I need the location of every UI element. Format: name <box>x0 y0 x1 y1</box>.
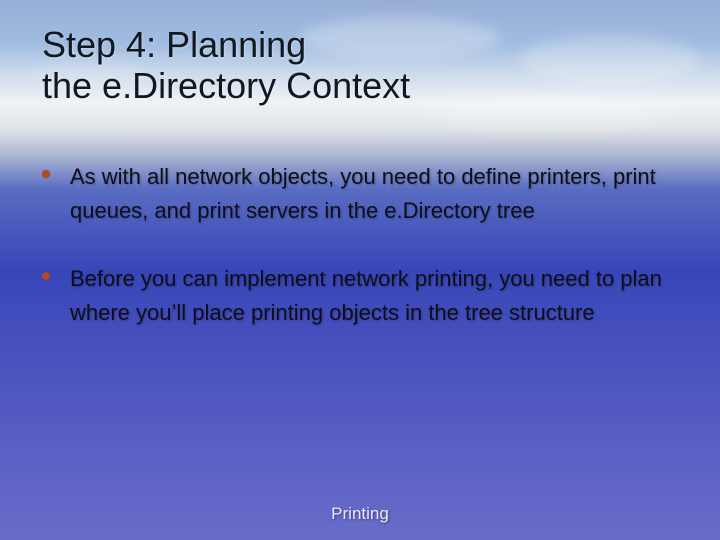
title-line-2: the e.Directory Context <box>42 65 410 106</box>
title-line-1: Step 4: Planning <box>42 24 306 65</box>
slide: Step 4: Planning the e.Directory Context… <box>0 0 720 540</box>
bullet-item: As with all network objects, you need to… <box>42 160 682 228</box>
bullet-dot-icon <box>42 170 50 178</box>
bullet-text: Before you can implement network printin… <box>70 262 682 330</box>
slide-footer: Printing <box>0 504 720 524</box>
bullet-dot-icon <box>42 272 50 280</box>
bullet-item: Before you can implement network printin… <box>42 262 682 330</box>
slide-body: As with all network objects, you need to… <box>42 160 682 364</box>
bullet-text: As with all network objects, you need to… <box>70 160 682 228</box>
slide-title: Step 4: Planning the e.Directory Context <box>42 24 690 107</box>
